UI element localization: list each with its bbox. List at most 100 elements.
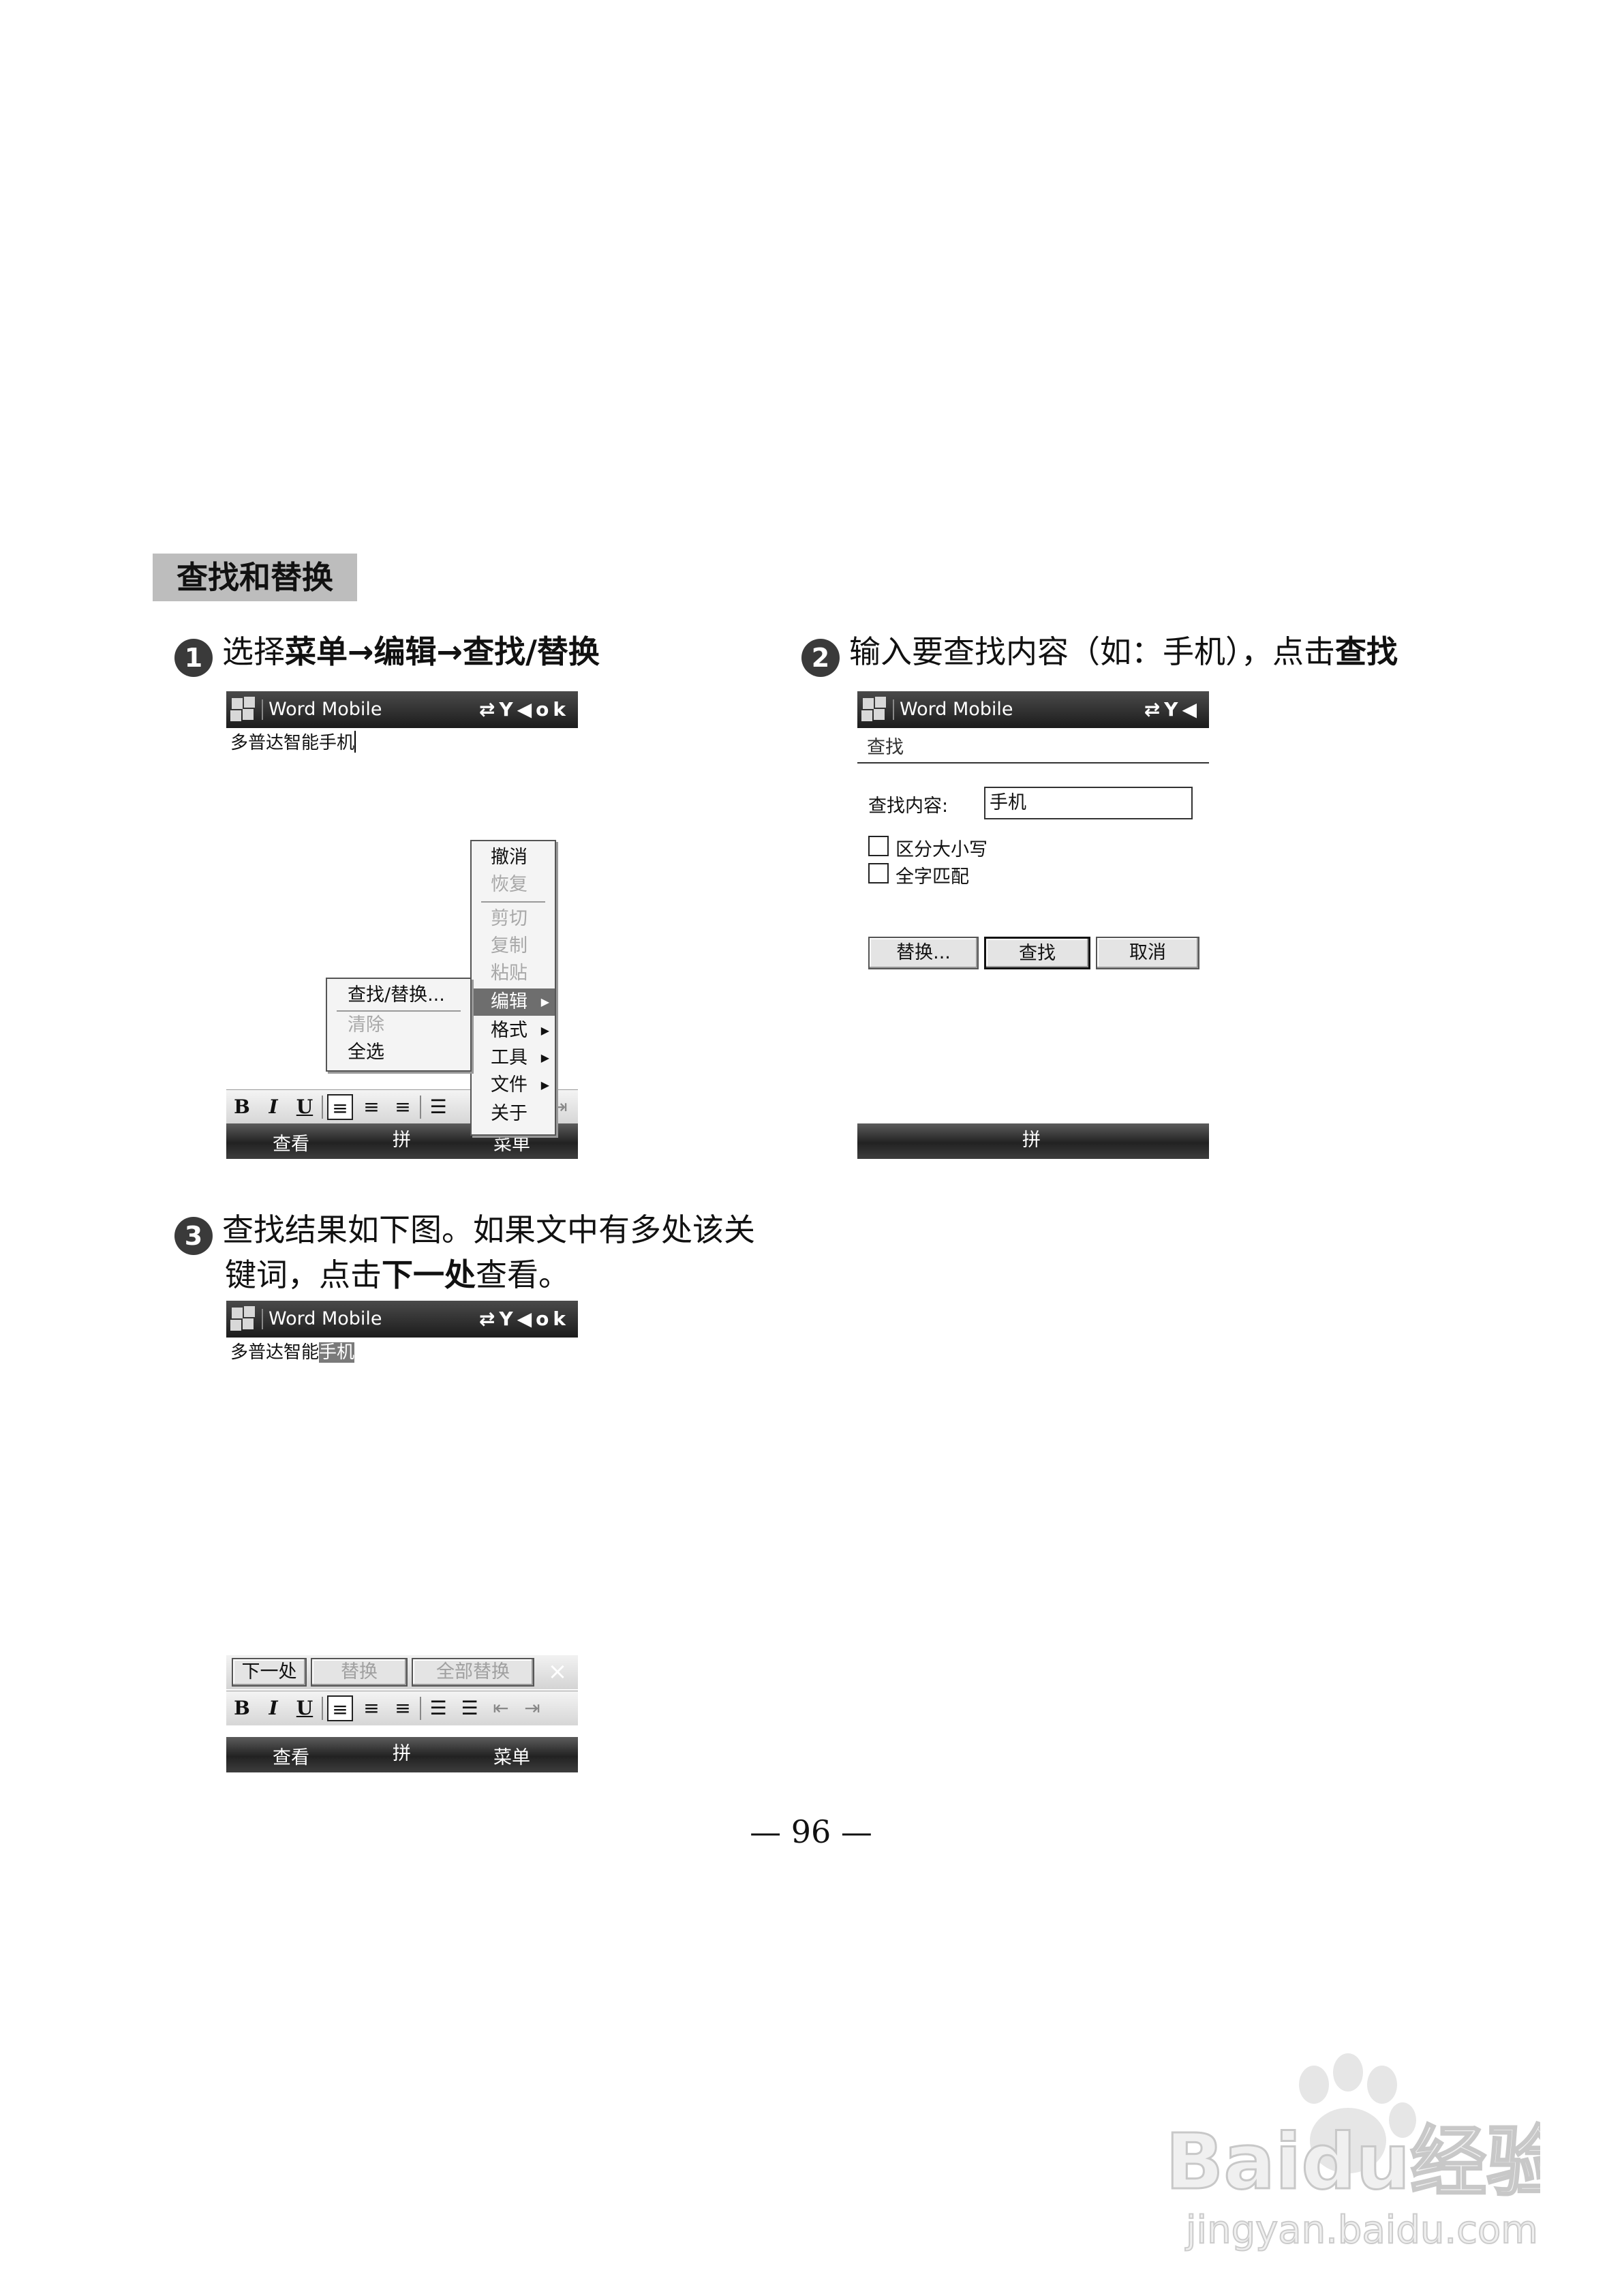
replace-button[interactable]: 替换 [311,1658,408,1687]
menu-item-redo[interactable]: 恢复 [472,871,555,898]
numbered-list-icon[interactable]: ☰ [425,1094,451,1120]
softkey-input-method[interactable]: 拼 [393,1125,411,1151]
softkey-menu[interactable]: 菜单 [493,1742,530,1769]
underline-button[interactable]: U [292,1695,318,1721]
step-3-text: 键词，点击 [225,1256,382,1293]
dialog-title-divider [857,762,1209,764]
menu-item-copy[interactable]: 复制 [472,933,555,960]
align-right-icon[interactable]: ≡ [390,1695,416,1721]
step-1-edit: 编辑 [373,633,437,670]
submenu-arrow-icon: ▶ [540,1024,549,1037]
bold-button[interactable]: B [229,1094,255,1120]
sync-icon[interactable]: ⇄ [1144,698,1164,721]
softkey-input-method[interactable]: 拼 [393,1738,411,1765]
outdent-icon[interactable]: ⇤ [488,1695,514,1721]
softkey-view[interactable]: 查看 [273,1742,309,1769]
signal-icon[interactable]: Y [499,1308,517,1330]
status-icons: ⇄Y◀ok [479,1301,570,1338]
menu-item-cut[interactable]: 剪切 [472,905,555,933]
app-title: Word Mobile [900,699,1013,720]
windows-start-icon[interactable] [230,697,256,723]
indent-icon[interactable]: ⇥ [519,1695,545,1721]
page-number: — 96 — [750,1813,872,1850]
menu-item-select-all[interactable]: 全选 [327,1039,470,1066]
sync-icon[interactable]: ⇄ [479,698,499,721]
text-caret [354,731,356,753]
step-1-find-replace: 查找/替换 [463,633,600,670]
submenu-arrow-icon: ▶ [540,995,549,1008]
replace-all-button[interactable]: 全部替换 [412,1658,534,1687]
toolbar-separator [322,1096,323,1119]
softkey-input-method[interactable]: 拼 [1022,1125,1041,1151]
title-separator [262,699,263,720]
sync-icon[interactable]: ⇄ [479,1308,499,1330]
title-separator [893,699,894,720]
replace-button[interactable]: 替换... [868,937,979,969]
align-left-icon[interactable]: ≡ [327,1695,353,1721]
ok-button[interactable]: ok [536,698,570,721]
windows-start-icon[interactable] [230,1306,256,1332]
arrow-icon: → [436,633,463,670]
screen-2-find-dialog: Word Mobile ⇄Y◀ 查找 查找内容: 手机 区分大小写 全字匹配 替… [857,691,1209,1159]
whole-word-checkbox[interactable] [868,863,889,883]
step-1-number: 1 [174,639,213,677]
ok-button[interactable]: ok [536,1308,570,1330]
signal-icon[interactable]: Y [1164,698,1182,721]
volume-icon[interactable]: ◀ [517,698,536,721]
find-input[interactable]: 手机 [984,787,1193,819]
menu-item-edit[interactable]: 编辑 ▶ [472,988,555,1016]
match-case-checkbox[interactable] [868,836,889,856]
menu-item-file[interactable]: 文件 ▶ [472,1072,555,1099]
highlighted-match: 手机 [319,1342,355,1363]
soft-key-bar: 拼 [857,1123,1209,1159]
align-right-icon[interactable]: ≡ [390,1094,416,1120]
underline-button[interactable]: U [292,1094,318,1120]
arrow-icon: → [348,633,374,670]
align-left-icon[interactable]: ≡ [327,1094,353,1120]
toolbar-separator [420,1697,421,1720]
submenu-arrow-icon: ▶ [540,1051,549,1064]
volume-icon[interactable]: ◀ [517,1308,536,1330]
step-1-heading: 1 选择菜单→编辑→查找/替换 [174,630,600,677]
status-icons: ⇄Y◀ok [479,691,570,728]
baidu-watermark: Baidu经验 jingyan.baidu.com [1165,2053,1540,2253]
section-title: 查找和替换 [153,554,357,601]
menu-item-paste[interactable]: 粘贴 [472,960,555,987]
app-title: Word Mobile [269,699,382,720]
edit-submenu: 查找/替换... 清除 全选 [326,978,472,1072]
volume-icon[interactable]: ◀ [1182,698,1201,721]
italic-button[interactable]: I [260,1094,286,1120]
signal-icon[interactable]: Y [499,698,517,721]
bullet-list-icon[interactable]: ☰ [457,1695,483,1721]
step-3-heading: 3 查找结果如下图。如果文中有多处该关 [174,1208,755,1255]
watermark-brand: Baidu经验 [1165,2118,1540,2207]
align-center-icon[interactable]: ≡ [358,1094,384,1120]
step-2-heading: 2 输入要查找内容（如：手机），点击查找 [801,630,1398,677]
bold-button[interactable]: B [229,1695,255,1721]
numbered-list-icon[interactable]: ☰ [425,1695,451,1721]
step-1-text: 选择 [222,633,285,670]
softkey-view[interactable]: 查看 [273,1129,309,1155]
cancel-button[interactable]: 取消 [1096,937,1199,969]
find-button[interactable]: 查找 [984,937,1090,969]
menu-item-find-replace[interactable]: 查找/替换... [327,982,470,1009]
windows-start-icon[interactable] [861,697,887,723]
document-text[interactable]: 多普达智能手机 [230,1340,355,1365]
menu-item-undo[interactable]: 撤消 [472,844,555,871]
status-icons: ⇄Y◀ [1144,691,1201,728]
next-match-button[interactable]: 下一处 [232,1658,307,1687]
menu-item-about[interactable]: 关于 [472,1100,555,1128]
close-icon[interactable]: × [544,1657,571,1687]
step-1-menu: 菜单 [285,633,348,670]
app-title: Word Mobile [269,1308,382,1329]
menu-separator [481,901,545,903]
menu-item-format[interactable]: 格式 ▶ [472,1017,555,1044]
menu-item-clear[interactable]: 清除 [327,1012,470,1039]
document-text[interactable]: 多普达智能手机 [230,731,356,755]
watermark-url: jingyan.baidu.com [1184,2208,1538,2252]
soft-key-bar: 查看 拼 菜单 [226,1737,578,1772]
menu-item-tools[interactable]: 工具 ▶ [472,1044,555,1072]
submenu-arrow-icon: ▶ [540,1078,549,1091]
italic-button[interactable]: I [260,1695,286,1721]
align-center-icon[interactable]: ≡ [358,1695,384,1721]
